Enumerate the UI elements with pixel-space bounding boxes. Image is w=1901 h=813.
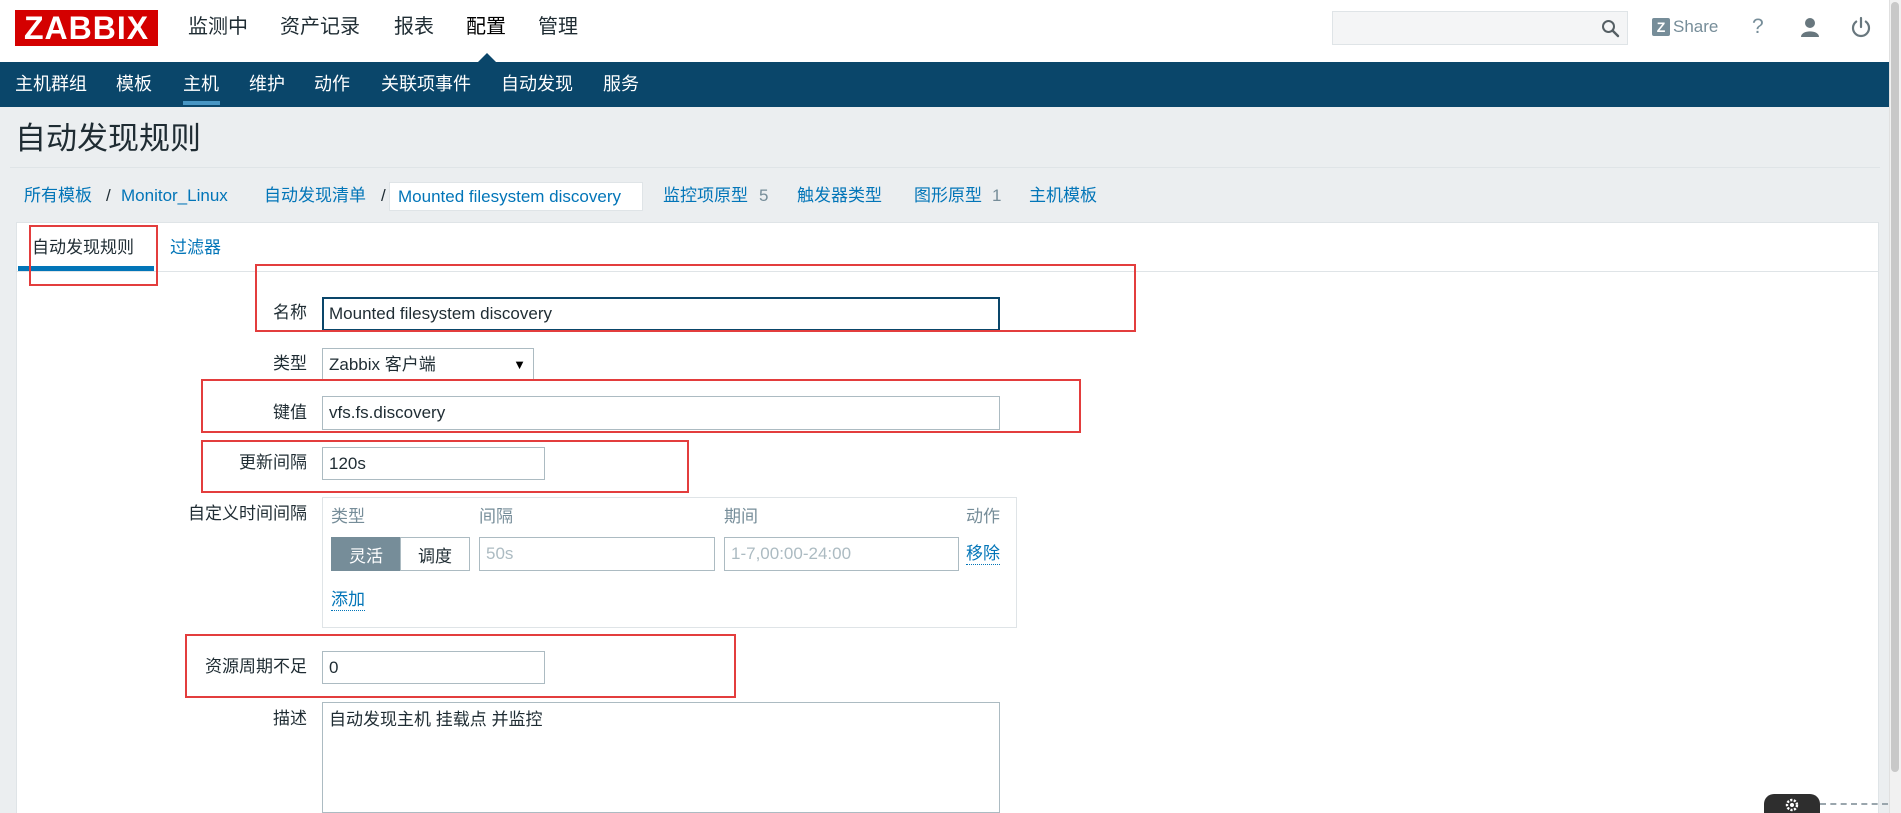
share-link[interactable]: Share <box>1673 15 1718 39</box>
power-icon[interactable] <box>1850 16 1872 38</box>
breadcrumb-trigger-prototypes[interactable]: 触发器类型 <box>797 185 882 207</box>
breadcrumb-all-templates[interactable]: 所有模板 <box>24 185 92 207</box>
breadcrumb-template[interactable]: Monitor_Linux <box>121 185 228 207</box>
dashed-divider <box>1820 803 1888 805</box>
interval-mode-scheduling-button[interactable]: 调度 <box>400 537 470 571</box>
top-menu-monitoring[interactable]: 监测中 <box>188 14 248 40</box>
active-menu-caret <box>478 53 496 62</box>
column-header-action: 动作 <box>966 507 1000 526</box>
top-menu-administration[interactable]: 管理 <box>538 14 578 40</box>
type-select-value: Zabbix 客户端 <box>329 355 436 374</box>
sub-nav-discovery[interactable]: 自动发现 <box>501 72 573 96</box>
lifetime-field[interactable] <box>322 651 545 684</box>
description-field[interactable]: 自动发现主机 挂载点 并监控 <box>322 702 1000 813</box>
search-icon[interactable] <box>1601 19 1620 38</box>
tab-divider <box>17 271 1878 272</box>
tab-filters[interactable]: 过滤器 <box>170 237 221 259</box>
interval-mode-flexible-button[interactable]: 灵活 <box>331 537 401 571</box>
update-interval-field[interactable] <box>322 447 545 480</box>
user-icon[interactable] <box>1799 16 1821 38</box>
sub-nav-actions[interactable]: 动作 <box>314 72 350 96</box>
sub-nav-correlation[interactable]: 关联项事件 <box>381 72 471 96</box>
key-field[interactable] <box>322 396 1000 430</box>
breadcrumb-separator: / <box>106 186 111 205</box>
top-menu-inventory[interactable]: 资产记录 <box>280 14 360 40</box>
graph-prototypes-count: 1 <box>992 186 1002 205</box>
type-select[interactable]: Zabbix 客户端 ▼ <box>322 348 534 381</box>
search-input[interactable] <box>1333 12 1595 44</box>
sub-nav-hosts[interactable]: 主机 <box>183 72 219 96</box>
sub-nav-host-groups[interactable]: 主机群组 <box>15 72 87 96</box>
breadcrumb-separator: / <box>381 186 386 205</box>
share-logo-icon[interactable]: Z <box>1652 18 1670 36</box>
item-prototypes-count: 5 <box>759 186 769 205</box>
custom-intervals-label: 自定义时间间隔 <box>188 504 307 523</box>
zabbix-logo[interactable]: ZABBIX <box>15 10 158 46</box>
breadcrumb-discovery-list[interactable]: 自动发现清单 <box>264 185 366 207</box>
remove-interval-link[interactable]: 移除 <box>966 544 1000 565</box>
title-divider <box>10 167 1880 168</box>
lifetime-label: 资源周期不足 <box>205 657 307 676</box>
custom-interval-field[interactable] <box>479 537 715 571</box>
name-field[interactable] <box>322 297 1000 331</box>
update-interval-label: 更新间隔 <box>239 453 307 472</box>
scrollbar-thumb[interactable] <box>1891 2 1899 772</box>
global-search <box>1332 11 1628 45</box>
type-label: 类型 <box>273 354 307 373</box>
page-title: 自动发现规则 <box>15 121 201 156</box>
floating-widget[interactable] <box>1764 794 1820 813</box>
top-menu-configuration[interactable]: 配置 <box>466 14 506 40</box>
sub-nav-templates[interactable]: 模板 <box>116 72 152 96</box>
breadcrumb-host-prototypes[interactable]: 主机模板 <box>1029 185 1097 207</box>
name-label: 名称 <box>273 303 307 322</box>
custom-intervals-table: 类型 间隔 期间 动作 灵活 调度 移除 添加 <box>322 497 1017 628</box>
key-label: 键值 <box>273 403 307 422</box>
top-header: ZABBIX 监测中 资产记录 报表 配置 管理 Z Share ? <box>0 0 1889 62</box>
chevron-down-icon: ▼ <box>513 357 526 372</box>
sub-nav-active-indicator <box>183 101 220 105</box>
description-label: 描述 <box>273 709 307 728</box>
tab-discovery-rule[interactable]: 自动发现规则 <box>32 237 134 259</box>
column-header-type: 类型 <box>331 507 365 526</box>
breadcrumb-graph-prototypes[interactable]: 图形原型 <box>914 185 982 207</box>
sub-nav-maintenance[interactable]: 维护 <box>249 72 285 96</box>
sub-navigation: 主机群组 模板 主机 维护 动作 关联项事件 自动发现 服务 <box>0 62 1889 107</box>
top-menu-reports[interactable]: 报表 <box>394 14 434 40</box>
column-header-period: 期间 <box>724 507 758 526</box>
custom-period-field[interactable] <box>724 537 959 571</box>
breadcrumb-item-prototypes[interactable]: 监控项原型 <box>663 185 748 207</box>
gear-icon <box>1785 798 1799 812</box>
column-header-interval: 间隔 <box>479 507 513 526</box>
add-interval-link[interactable]: 添加 <box>331 590 365 611</box>
help-link[interactable]: ? <box>1752 13 1764 41</box>
discovery-rule-form: 自动发现规则 过滤器 名称 类型 Zabbix 客户端 ▼ 键值 更新间隔 自定… <box>16 222 1879 813</box>
sub-nav-services[interactable]: 服务 <box>603 72 639 96</box>
breadcrumb-current-rule[interactable]: Mounted filesystem discovery <box>389 182 643 211</box>
